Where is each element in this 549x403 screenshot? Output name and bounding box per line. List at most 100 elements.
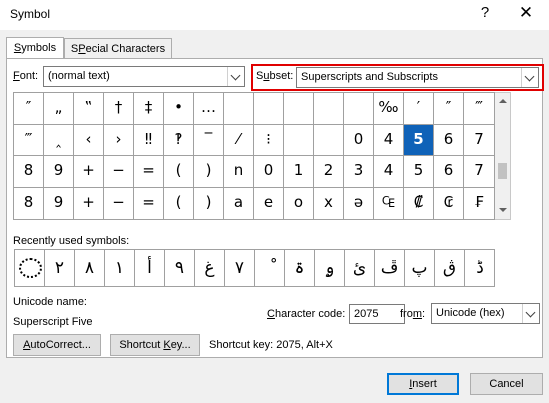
recent-symbol-cell[interactable]: ڦ xyxy=(375,250,405,286)
symbol-cell[interactable]: ) xyxy=(194,156,224,188)
symbol-cell[interactable] xyxy=(254,93,284,125)
symbol-cell[interactable]: ″ xyxy=(14,93,44,125)
symbol-cell[interactable]: x xyxy=(314,187,344,219)
symbol-cell[interactable]: ″ xyxy=(434,93,464,125)
symbol-cell[interactable]: + xyxy=(74,187,104,219)
symbol-cell[interactable]: 7 xyxy=(464,125,494,156)
insert-button[interactable]: Insert xyxy=(387,373,459,395)
symbol-cell[interactable]: = xyxy=(134,156,164,188)
symbol-cell[interactable]: 8 xyxy=(14,156,44,188)
chevron-down-icon[interactable] xyxy=(521,68,538,87)
scroll-thumb[interactable] xyxy=(498,163,507,179)
symbol-cell[interactable]: ‽ xyxy=(164,124,194,156)
tab-special-characters[interactable]: SPecial Characters xyxy=(64,38,172,58)
recent-symbol-cell[interactable]: ْ xyxy=(255,250,285,286)
symbol-cell[interactable]: 9 xyxy=(44,156,74,188)
recent-symbol-cell[interactable]: ڨ xyxy=(435,250,465,286)
symbol-cell[interactable]: † xyxy=(104,93,134,125)
recent-symbol-cell[interactable]: ۃ xyxy=(285,250,315,286)
tab-symbols[interactable]: Symbols xyxy=(6,37,64,59)
symbol-cell[interactable]: 6 xyxy=(434,124,464,156)
subset-select[interactable]: Superscripts and Subscripts xyxy=(296,67,539,88)
symbol-cell[interactable]: ‸ xyxy=(44,124,74,156)
cancel-button[interactable]: Cancel xyxy=(470,373,543,395)
recent-symbol-cell[interactable]: ١ xyxy=(105,250,135,286)
symbol-cell[interactable]: ( xyxy=(164,156,194,188)
char-code-input[interactable]: 2075 xyxy=(349,304,405,324)
symbol-cell[interactable]: 4 xyxy=(374,156,404,188)
symbol-cell[interactable]: • xyxy=(164,93,194,125)
symbol-cell[interactable]: e xyxy=(254,187,284,219)
help-icon[interactable]: ? xyxy=(476,4,494,24)
symbol-cell[interactable]: ‾ xyxy=(194,124,224,156)
symbol-cell[interactable]: ə xyxy=(344,187,374,219)
symbol-cell[interactable]: 5 xyxy=(404,124,434,156)
recent-symbol-cell[interactable]: ئ xyxy=(345,250,375,286)
symbol-cell[interactable]: 9 xyxy=(44,187,74,219)
symbol-cell[interactable] xyxy=(284,124,314,156)
from-select[interactable]: Unicode (hex) xyxy=(431,303,540,324)
symbol-cell[interactable]: ( xyxy=(164,187,194,219)
symbol-cell[interactable]: ₠ xyxy=(374,187,404,219)
symbol-cell[interactable]: ⁝ xyxy=(254,124,284,156)
symbol-cell[interactable]: 2 xyxy=(314,156,344,188)
symbol-cell[interactable]: ₡ xyxy=(404,187,434,219)
recent-symbol-cell[interactable]: ٧ xyxy=(225,250,255,286)
symbol-cell[interactable]: 8 xyxy=(14,187,44,219)
symbol-cell[interactable]: 0 xyxy=(254,156,284,188)
symbol-cell[interactable]: ‴ xyxy=(14,124,44,156)
scroll-up-icon[interactable] xyxy=(495,93,510,109)
symbol-cell[interactable]: − xyxy=(104,156,134,188)
recent-symbols-grid[interactable]: ٢٨١أ٩غ٧ْۃۄئڦپڨڈ xyxy=(14,249,495,287)
symbol-cell[interactable]: ⁄ xyxy=(224,124,254,156)
symbol-cell[interactable] xyxy=(344,93,374,125)
symbol-cell[interactable]: ‴ xyxy=(464,93,494,125)
recent-symbol-cell[interactable]: غ xyxy=(195,250,225,286)
symbol-cell[interactable]: = xyxy=(134,187,164,219)
symbol-cell[interactable]: + xyxy=(74,156,104,188)
symbol-cell[interactable]: ‡ xyxy=(134,93,164,125)
symbol-cell[interactable]: ‰ xyxy=(374,93,404,125)
symbol-cell[interactable]: ₢ xyxy=(434,187,464,219)
chevron-down-icon[interactable] xyxy=(522,304,539,323)
symbol-grid[interactable]: ″ „ ‟ † ‡ •… ‰ ′ ″ ‴ ‴ ‸ ‹ › ‼ ‽ ‾ ⁄ ⁝ 0 4 5 6 7 8 9 + − =() n 0 1 2 3 4 5 6… xyxy=(13,92,495,220)
symbol-cell[interactable]: a xyxy=(224,187,254,219)
symbol-cell[interactable]: 3 xyxy=(344,156,374,188)
recent-symbol-cell[interactable] xyxy=(15,250,45,286)
font-select[interactable]: (normal text) xyxy=(43,66,245,87)
symbol-cell[interactable] xyxy=(224,93,254,125)
symbol-cell[interactable]: ) xyxy=(194,187,224,219)
symbol-cell[interactable]: ‟ xyxy=(74,93,104,125)
symbol-cell[interactable]: 4 xyxy=(374,124,404,156)
symbol-cell[interactable]: 7 xyxy=(464,156,494,188)
recent-symbol-cell[interactable]: ڈ xyxy=(465,250,495,286)
autocorrect-button[interactable]: AutoCorrect... xyxy=(13,334,101,356)
symbol-cell[interactable]: − xyxy=(104,187,134,219)
symbol-cell[interactable]: ‹ xyxy=(74,124,104,156)
recent-symbol-cell[interactable]: پ xyxy=(405,250,435,286)
recent-symbol-cell[interactable]: ۄ xyxy=(315,250,345,286)
symbol-cell[interactable]: ₣ xyxy=(464,188,494,220)
symbol-cell[interactable]: o xyxy=(284,187,314,219)
close-icon[interactable]: ✕ xyxy=(516,3,536,25)
chevron-down-icon[interactable] xyxy=(227,67,244,86)
symbol-cell[interactable]: 5 xyxy=(404,156,434,188)
symbol-cell[interactable] xyxy=(314,124,344,156)
scroll-down-icon[interactable] xyxy=(495,203,510,219)
symbol-cell[interactable]: 0 xyxy=(344,124,374,156)
recent-symbol-cell[interactable]: ٩ xyxy=(165,250,195,286)
symbol-cell[interactable]: ′ xyxy=(404,93,434,125)
symbol-cell[interactable]: „ xyxy=(44,93,74,125)
symbol-cell[interactable]: … xyxy=(194,93,224,125)
symbol-cell[interactable] xyxy=(284,93,314,125)
symbol-cell[interactable]: ‼ xyxy=(134,124,164,156)
grid-scrollbar[interactable] xyxy=(495,92,511,220)
symbol-cell[interactable]: 1 xyxy=(284,156,314,188)
recent-symbol-cell[interactable]: ٨ xyxy=(75,250,105,286)
symbol-cell[interactable]: n xyxy=(224,156,254,188)
symbol-cell[interactable]: › xyxy=(104,124,134,156)
recent-symbol-cell[interactable]: أ xyxy=(135,250,165,286)
symbol-cell[interactable] xyxy=(314,93,344,125)
recent-symbol-cell[interactable]: ٢ xyxy=(45,250,75,286)
shortcut-key-button[interactable]: Shortcut Key... xyxy=(110,334,200,356)
